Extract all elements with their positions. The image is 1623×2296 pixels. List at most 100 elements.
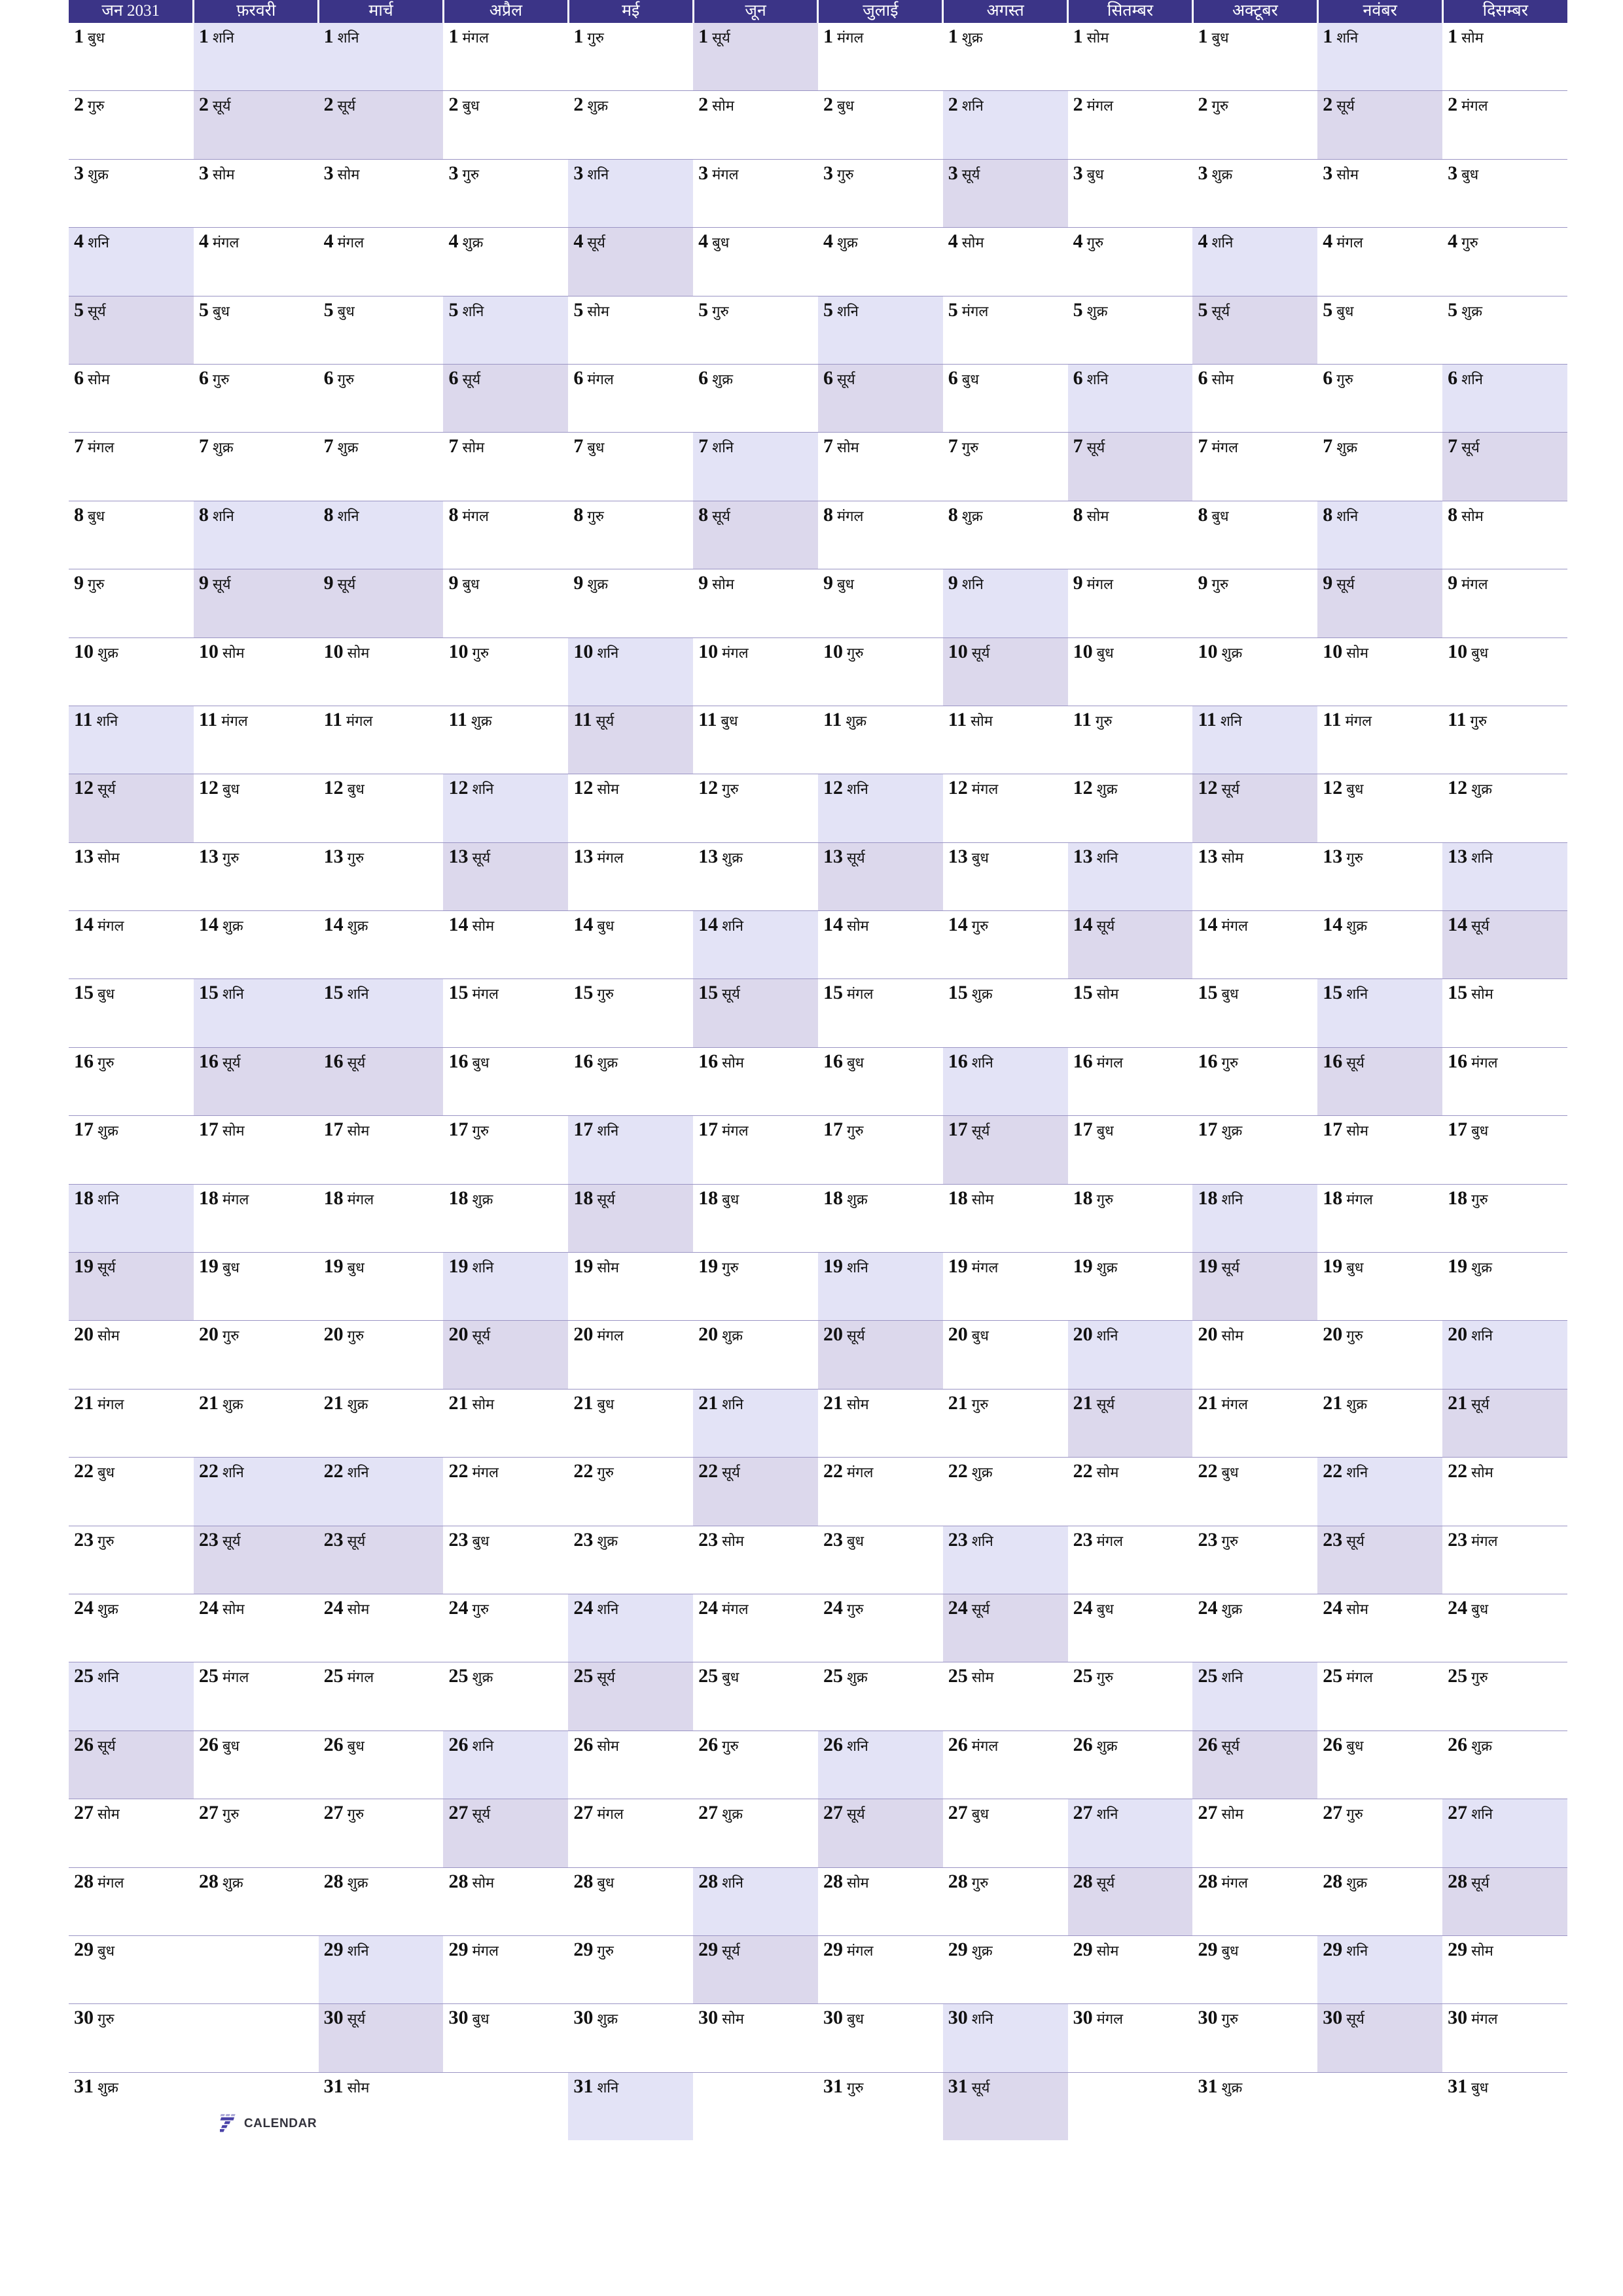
day-cell[interactable]: 15 सोम: [1442, 978, 1567, 1048]
day-cell[interactable]: 29 सोम: [1442, 1935, 1567, 2004]
day-cell[interactable]: 21 सोम: [817, 1388, 943, 1458]
day-cell[interactable]: 5 शनि: [443, 295, 569, 365]
day-cell[interactable]: 12 शनि: [443, 774, 569, 843]
day-cell[interactable]: 16 मंगल: [1067, 1047, 1193, 1116]
day-cell[interactable]: 4 सोम: [942, 227, 1068, 296]
day-cell[interactable]: 12 शुक्र: [1442, 774, 1567, 843]
day-cell[interactable]: 7 सूर्य: [1442, 432, 1567, 501]
day-cell[interactable]: 17 सोम: [318, 1115, 444, 1185]
day-cell[interactable]: 4 मंगल: [1317, 227, 1443, 296]
day-cell[interactable]: 13 शनि: [1442, 842, 1567, 911]
day-cell[interactable]: 14 शनि: [693, 910, 818, 979]
day-cell[interactable]: 11 शनि: [69, 705, 194, 774]
day-cell[interactable]: 18 मंगल: [193, 1183, 319, 1253]
day-cell[interactable]: 29 गुरु: [568, 1935, 694, 2004]
day-cell[interactable]: 2 सूर्य: [318, 90, 444, 160]
day-cell[interactable]: 16 गुरु: [69, 1047, 194, 1116]
day-cell[interactable]: 15 शुक्र: [942, 978, 1068, 1048]
day-cell[interactable]: 9 मंगल: [1067, 569, 1193, 638]
day-cell[interactable]: 16 मंगल: [1442, 1047, 1567, 1116]
day-cell[interactable]: 29 सूर्य: [693, 1935, 818, 2004]
day-cell[interactable]: 18 गुरु: [1067, 1183, 1193, 1253]
day-cell[interactable]: 14 सूर्य: [1067, 910, 1193, 979]
day-cell[interactable]: 7 मंगल: [1192, 432, 1318, 501]
day-cell[interactable]: 7 गुरु: [942, 432, 1068, 501]
day-cell[interactable]: 19 बुध: [318, 1252, 444, 1321]
day-cell[interactable]: 13 शुक्र: [693, 842, 818, 911]
day-cell[interactable]: 27 सोम: [69, 1799, 194, 1868]
day-cell[interactable]: 1 शुक्र: [942, 23, 1068, 91]
day-cell[interactable]: 24 शुक्र: [69, 1593, 194, 1662]
day-cell[interactable]: 29 शनि: [318, 1935, 444, 2004]
day-cell[interactable]: 13 सोम: [69, 842, 194, 911]
day-cell[interactable]: 6 सोम: [1192, 363, 1318, 433]
day-cell[interactable]: 8 शनि: [1317, 500, 1443, 569]
day-cell[interactable]: 24 गुरु: [443, 1593, 569, 1662]
day-cell[interactable]: 16 बुध: [817, 1047, 943, 1116]
day-cell[interactable]: 19 सूर्य: [69, 1252, 194, 1321]
month-header-9[interactable]: सितम्बर: [1067, 0, 1194, 23]
day-cell[interactable]: 26 बुध: [318, 1730, 444, 1799]
day-cell[interactable]: 30 बुध: [443, 2003, 569, 2073]
day-cell[interactable]: 4 शुक्र: [443, 227, 569, 296]
day-cell[interactable]: 9 सूर्य: [318, 569, 444, 638]
month-header-4[interactable]: अप्रैल: [442, 0, 569, 23]
day-cell[interactable]: 3 बुध: [1442, 158, 1567, 228]
day-cell[interactable]: 1 शनि: [193, 23, 319, 91]
day-cell[interactable]: 16 सूर्य: [318, 1047, 444, 1116]
day-cell[interactable]: 27 गुरु: [318, 1799, 444, 1868]
day-cell[interactable]: 22 शनि: [318, 1457, 444, 1526]
day-cell[interactable]: 25 गुरु: [1442, 1662, 1567, 1731]
day-cell[interactable]: 17 सूर्य: [942, 1115, 1068, 1185]
day-cell[interactable]: 20 सोम: [1192, 1320, 1318, 1390]
day-cell[interactable]: 6 बुध: [942, 363, 1068, 433]
day-cell[interactable]: 8 सूर्य: [693, 500, 818, 569]
month-header-12[interactable]: दिसम्बर: [1441, 0, 1567, 23]
day-cell[interactable]: 6 सोम: [69, 363, 194, 433]
day-cell[interactable]: 20 सूर्य: [817, 1320, 943, 1390]
day-cell[interactable]: 10 सोम: [1317, 637, 1443, 706]
day-cell[interactable]: 15 सूर्य: [693, 978, 818, 1048]
day-cell[interactable]: 25 मंगल: [318, 1662, 444, 1731]
day-cell[interactable]: 26 सूर्य: [69, 1730, 194, 1799]
day-cell[interactable]: 24 सोम: [318, 1593, 444, 1662]
day-cell[interactable]: 12 सूर्य: [69, 774, 194, 843]
day-cell[interactable]: 15 बुध: [1192, 978, 1318, 1048]
day-cell[interactable]: 7 सूर्य: [1067, 432, 1193, 501]
day-cell[interactable]: 27 सूर्य: [443, 1799, 569, 1868]
day-cell[interactable]: 21 शुक्र: [1317, 1388, 1443, 1458]
month-header-7[interactable]: जुलाई: [817, 0, 944, 23]
day-cell[interactable]: 11 सूर्य: [568, 705, 694, 774]
day-cell[interactable]: 8 बुध: [1192, 500, 1318, 569]
day-cell[interactable]: 3 सोम: [193, 158, 319, 228]
day-cell[interactable]: 30 सोम: [693, 2003, 818, 2073]
day-cell[interactable]: 11 शुक्र: [443, 705, 569, 774]
day-cell[interactable]: 17 बुध: [1067, 1115, 1193, 1185]
day-cell[interactable]: 12 सोम: [568, 774, 694, 843]
day-cell[interactable]: 28 सूर्य: [1067, 1867, 1193, 1936]
day-cell[interactable]: 28 शुक्र: [193, 1867, 319, 1936]
day-cell[interactable]: 22 शनि: [1317, 1457, 1443, 1526]
day-cell[interactable]: 24 शुक्र: [1192, 1593, 1318, 1662]
day-cell[interactable]: 23 बुध: [443, 1525, 569, 1594]
day-cell[interactable]: 5 गुरु: [693, 295, 818, 365]
day-cell[interactable]: 18 शनि: [1192, 1183, 1318, 1253]
day-cell[interactable]: 3 शनि: [568, 158, 694, 228]
day-cell[interactable]: 25 शनि: [69, 1662, 194, 1731]
day-cell[interactable]: 23 बुध: [817, 1525, 943, 1594]
day-cell[interactable]: 22 बुध: [69, 1457, 194, 1526]
month-header-1[interactable]: जन 2031: [69, 0, 195, 23]
day-cell[interactable]: 13 गुरु: [318, 842, 444, 911]
day-cell[interactable]: 13 गुरु: [193, 842, 319, 911]
day-cell[interactable]: 16 सूर्य: [193, 1047, 319, 1116]
day-cell[interactable]: 2 सूर्य: [1317, 90, 1443, 160]
day-cell[interactable]: 23 शुक्र: [568, 1525, 694, 1594]
day-cell[interactable]: 13 मंगल: [568, 842, 694, 911]
day-cell[interactable]: 26 मंगल: [942, 1730, 1068, 1799]
day-cell[interactable]: 17 शनि: [568, 1115, 694, 1185]
day-cell[interactable]: 20 सोम: [69, 1320, 194, 1390]
day-cell[interactable]: 18 सूर्य: [568, 1183, 694, 1253]
day-cell[interactable]: 15 शनि: [1317, 978, 1443, 1048]
day-cell[interactable]: 21 बुध: [568, 1388, 694, 1458]
day-cell[interactable]: 7 मंगल: [69, 432, 194, 501]
